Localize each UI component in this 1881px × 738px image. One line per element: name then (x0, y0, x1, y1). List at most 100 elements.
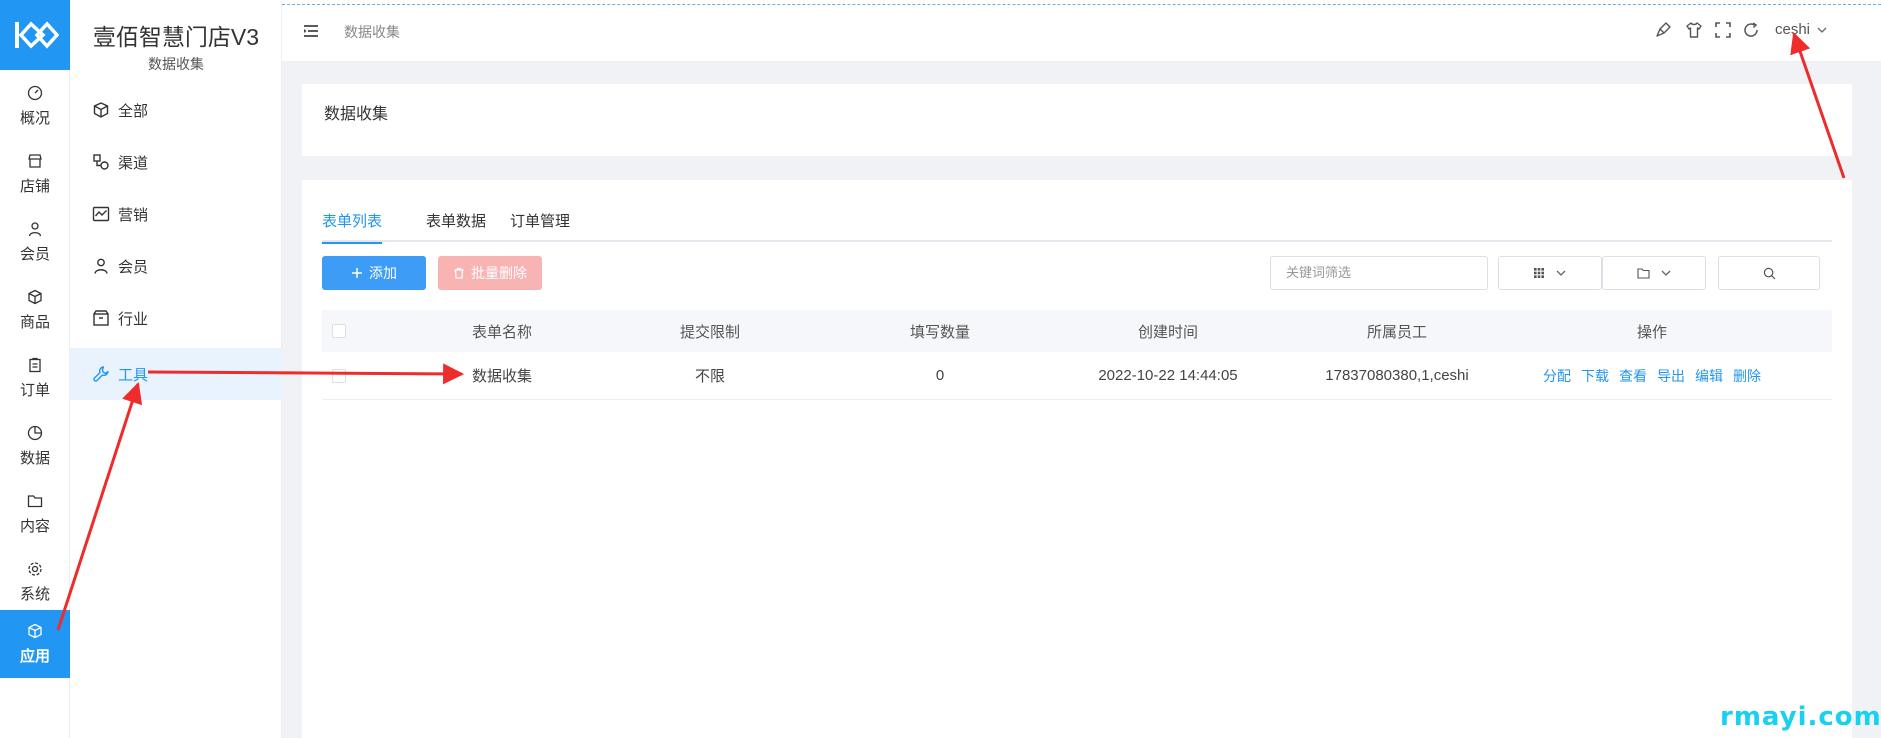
breadcrumb[interactable]: 数据收集 (344, 22, 400, 42)
tab-form-data[interactable]: 表单数据 (426, 210, 486, 242)
app-cube-icon (28, 623, 42, 638)
sidebar-item-member[interactable]: 会员 (70, 240, 282, 292)
plus-icon (352, 268, 362, 278)
rail-item-content[interactable]: 内容 (0, 480, 70, 548)
export-link[interactable]: 导出 (1657, 366, 1685, 386)
primary-nav-rail: 概况 店铺 会员 商品 订单 数据 内容 系统 应用 (0, 0, 70, 738)
column-header: 表单名称 (471, 323, 532, 341)
search-button[interactable] (1718, 256, 1820, 290)
sidebar-item-label: 营销 (118, 206, 149, 224)
folder-select[interactable] (1602, 256, 1706, 290)
download-link[interactable]: 下载 (1581, 366, 1609, 386)
refresh-icon[interactable] (1742, 21, 1760, 39)
pie-chart-icon (27, 425, 43, 440)
trash-icon (454, 267, 464, 279)
trend-chart-icon (92, 206, 110, 222)
rail-item-label: 概况 (19, 109, 50, 127)
rail-item-data[interactable]: 数据 (0, 412, 70, 480)
tab-order-management[interactable]: 订单管理 (510, 210, 570, 242)
folder-icon (27, 494, 43, 507)
sidebar-item-channel[interactable]: 渠道 (70, 136, 282, 188)
rail-item-product[interactable]: 商品 (0, 276, 70, 344)
select-all-checkbox[interactable] (332, 324, 346, 338)
rail-item-member[interactable]: 会员 (0, 208, 70, 276)
wrench-icon (93, 366, 109, 382)
header-divider (282, 4, 1881, 5)
row-checkbox[interactable] (332, 369, 346, 383)
tab-bar: 表单列表 表单数据 订单管理 (322, 210, 1832, 244)
column-header: 操作 (1636, 323, 1667, 341)
cube-icon (28, 289, 42, 304)
sidebar-item-marketing[interactable]: 营销 (70, 188, 282, 240)
add-button[interactable]: 添加 (322, 256, 426, 290)
rail-item-apps[interactable]: 应用 (0, 610, 70, 678)
user-icon (94, 258, 108, 274)
row-actions: 分配 下载 查看 导出 编辑 删除 (1502, 352, 1802, 399)
tab-active-indicator (322, 242, 382, 244)
sidebar-item-label: 行业 (118, 310, 149, 328)
assign-link[interactable]: 分配 (1543, 366, 1571, 386)
column-header: 提交限制 (679, 323, 740, 341)
rail-item-label: 应用 (19, 647, 50, 665)
rail-item-label: 店铺 (19, 177, 50, 195)
page-title: 数据收集 (324, 106, 389, 123)
cube-icon (93, 102, 109, 118)
theme-shirt-icon[interactable] (1685, 21, 1703, 39)
chevron-down-icon (1817, 27, 1827, 33)
sidebar-item-industry[interactable]: 行业 (70, 292, 282, 344)
bulk-delete-label: 批量删除 (471, 265, 527, 281)
box-icon (93, 310, 109, 326)
user-menu[interactable]: ceshi (1775, 21, 1828, 38)
dashboard-icon (27, 85, 43, 100)
sidebar-item-all[interactable]: 全部 (70, 84, 282, 136)
rail-item-overview[interactable]: 概况 (0, 72, 70, 140)
tab-label: 表单数据 (426, 213, 487, 230)
tab-form-list[interactable]: 表单列表 (322, 210, 383, 244)
rail-item-order[interactable]: 订单 (0, 344, 70, 412)
edit-link[interactable]: 编辑 (1695, 366, 1723, 386)
gear-icon (28, 561, 42, 576)
bulk-delete-button[interactable]: 批量删除 (438, 256, 542, 290)
username: ceshi (1775, 21, 1811, 38)
brush-icon[interactable] (1655, 21, 1673, 39)
keyword-filter-input[interactable]: 关键词筛选 (1270, 256, 1488, 290)
menu-toggle-icon[interactable] (302, 22, 320, 40)
column-header: 填写数量 (909, 323, 970, 341)
page-title-card: 数据收集 (302, 84, 1852, 156)
scrollbar-track[interactable] (1862, 62, 1881, 738)
form-list-panel: 表单列表 表单数据 订单管理 添加 批量删除 关键词筛选 表单名称 提交限制 填… (302, 180, 1852, 738)
rail-item-system[interactable]: 系统 (0, 548, 70, 616)
sidebar-item-label: 工具 (118, 366, 149, 384)
table-header: 表单名称 提交限制 填写数量 创建时间 所属员工 操作 (322, 310, 1832, 352)
tab-label: 表单列表 (322, 213, 383, 230)
rail-item-store[interactable]: 店铺 (0, 140, 70, 208)
submit-limit: 不限 (694, 368, 725, 385)
rail-item-label: 会员 (19, 245, 50, 263)
grid-view-select[interactable] (1498, 256, 1602, 290)
view-link[interactable]: 查看 (1619, 366, 1647, 386)
created-time: 2022-10-22 14:44:05 (1098, 367, 1238, 384)
rail-item-label: 数据 (19, 449, 50, 467)
fullscreen-icon[interactable] (1714, 21, 1732, 39)
top-header: 数据收集 ceshi (282, 0, 1881, 62)
app-logo[interactable] (0, 0, 70, 70)
staff: 17837080380,1,ceshi (1325, 367, 1469, 384)
clipboard-icon (29, 357, 41, 372)
form-name: 数据收集 (471, 368, 532, 385)
chevron-down-icon (1556, 270, 1566, 276)
store-icon (28, 153, 42, 168)
delete-link[interactable]: 删除 (1733, 366, 1761, 386)
sidebar-item-label: 会员 (118, 258, 149, 276)
search-icon (1763, 267, 1775, 279)
sidebar-item-label: 全部 (118, 102, 149, 120)
add-button-label: 添加 (369, 265, 397, 281)
rail-item-label: 系统 (19, 585, 50, 603)
fill-count: 0 (935, 367, 945, 384)
tab-label: 订单管理 (510, 213, 571, 230)
watermark: rmayi.com (1720, 702, 1881, 732)
section-subtitle: 数据收集 (148, 56, 204, 72)
secondary-sidebar: 壹佰智慧门店V3 数据收集 全部 渠道 营销 会员 行业 工具 (70, 0, 282, 738)
table-row: 数据收集 不限 0 2022-10-22 14:44:05 1783708038… (322, 352, 1832, 400)
sidebar-item-tools[interactable]: 工具 (70, 348, 282, 400)
logo-icon (15, 21, 59, 49)
